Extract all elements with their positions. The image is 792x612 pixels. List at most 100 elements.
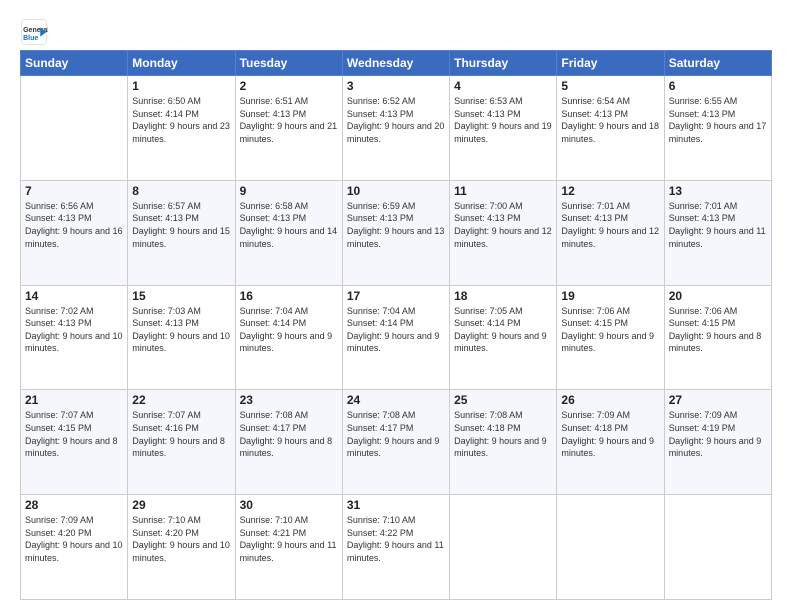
header-saturday: Saturday [664, 51, 771, 76]
cell-day-number: 10 [347, 184, 445, 198]
cell-info: Sunrise: 7:01 AM Sunset: 4:13 PM Dayligh… [561, 200, 659, 250]
cell-day-number: 2 [240, 79, 338, 93]
calendar-cell: 13Sunrise: 7:01 AM Sunset: 4:13 PM Dayli… [664, 180, 771, 285]
calendar-cell: 9 Sunrise: 6:58 AM Sunset: 4:13 PM Daylig… [235, 180, 342, 285]
calendar-cell: 10 Sunrise: 6:59 AM Sunset: 4:13 PM Dayli… [342, 180, 449, 285]
calendar-cell: 20Sunrise: 7:06 AM Sunset: 4:15 PM Dayli… [664, 285, 771, 390]
cell-info: Sunrise: 7:10 AM Sunset: 4:22 PM Dayligh… [347, 514, 445, 564]
cell-info: Sunrise: 6:58 AM Sunset: 4:13 PM Dayligh… [240, 200, 338, 250]
calendar-cell: 28 Sunrise: 7:09 AM Sunset: 4:20 PM Dayli… [21, 495, 128, 600]
header-tuesday: Tuesday [235, 51, 342, 76]
cell-info: Sunrise: 7:00 AM Sunset: 4:13 PM Dayligh… [454, 200, 552, 250]
header: General Blue [20, 18, 772, 46]
logo: General Blue [20, 18, 52, 46]
cell-info: Sunrise: 7:08 AM Sunset: 4:17 PM Dayligh… [240, 409, 338, 459]
cell-day-number: 1 [132, 79, 230, 93]
calendar-cell: 21 Sunrise: 7:07 AM Sunset: 4:15 PM Dayli… [21, 390, 128, 495]
calendar-header-row: SundayMondayTuesdayWednesdayThursdayFrid… [21, 51, 772, 76]
cell-day-number: 12 [561, 184, 659, 198]
cell-info: Sunrise: 6:59 AM Sunset: 4:13 PM Dayligh… [347, 200, 445, 250]
calendar-cell: 3 Sunrise: 6:52 AM Sunset: 4:13 PM Daylig… [342, 76, 449, 181]
cell-info: Sunrise: 7:10 AM Sunset: 4:21 PM Dayligh… [240, 514, 338, 564]
calendar-cell: 12 Sunrise: 7:01 AM Sunset: 4:13 PM Dayli… [557, 180, 664, 285]
calendar-cell: 24 Sunrise: 7:08 AM Sunset: 4:17 PM Dayli… [342, 390, 449, 495]
calendar-cell: 14 Sunrise: 7:02 AM Sunset: 4:13 PM Dayli… [21, 285, 128, 390]
page: General Blue SundayMondayTuesdayWednesda… [0, 0, 792, 612]
calendar-cell: 15 Sunrise: 7:03 AM Sunset: 4:13 PM Dayli… [128, 285, 235, 390]
cell-day-number: 3 [347, 79, 445, 93]
calendar-cell [557, 495, 664, 600]
cell-info: Sunrise: 7:05 AM Sunset: 4:14 PM Dayligh… [454, 305, 552, 355]
cell-day-number: 27 [669, 393, 767, 407]
cell-day-number: 18 [454, 289, 552, 303]
week-row-1: 7Sunrise: 6:56 AM Sunset: 4:13 PM Daylig… [21, 180, 772, 285]
cell-info: Sunrise: 7:07 AM Sunset: 4:15 PM Dayligh… [25, 409, 123, 459]
cell-info: Sunrise: 6:55 AM Sunset: 4:13 PM Dayligh… [669, 95, 767, 145]
cell-day-number: 23 [240, 393, 338, 407]
cell-day-number: 25 [454, 393, 552, 407]
cell-info: Sunrise: 7:09 AM Sunset: 4:19 PM Dayligh… [669, 409, 767, 459]
cell-day-number: 24 [347, 393, 445, 407]
cell-day-number: 15 [132, 289, 230, 303]
svg-text:Blue: Blue [23, 35, 38, 42]
calendar-cell: 6 Sunrise: 6:55 AM Sunset: 4:13 PM Daylig… [664, 76, 771, 181]
calendar-cell: 30Sunrise: 7:10 AM Sunset: 4:21 PM Dayli… [235, 495, 342, 600]
calendar-cell: 5Sunrise: 6:54 AM Sunset: 4:13 PM Daylig… [557, 76, 664, 181]
cell-day-number: 28 [25, 498, 123, 512]
cell-day-number: 8 [132, 184, 230, 198]
week-row-0: 1 Sunrise: 6:50 AM Sunset: 4:14 PM Daylig… [21, 76, 772, 181]
cell-info: Sunrise: 7:03 AM Sunset: 4:13 PM Dayligh… [132, 305, 230, 355]
cell-info: Sunrise: 6:53 AM Sunset: 4:13 PM Dayligh… [454, 95, 552, 145]
cell-day-number: 21 [25, 393, 123, 407]
cell-day-number: 17 [347, 289, 445, 303]
cell-day-number: 9 [240, 184, 338, 198]
header-thursday: Thursday [450, 51, 557, 76]
cell-day-number: 22 [132, 393, 230, 407]
calendar-cell: 16 Sunrise: 7:04 AM Sunset: 4:14 PM Dayli… [235, 285, 342, 390]
week-row-2: 14 Sunrise: 7:02 AM Sunset: 4:13 PM Dayli… [21, 285, 772, 390]
cell-info: Sunrise: 7:02 AM Sunset: 4:13 PM Dayligh… [25, 305, 123, 355]
calendar-cell: 26 Sunrise: 7:09 AM Sunset: 4:18 PM Dayli… [557, 390, 664, 495]
cell-day-number: 26 [561, 393, 659, 407]
cell-info: Sunrise: 7:06 AM Sunset: 4:15 PM Dayligh… [561, 305, 659, 355]
calendar-table: SundayMondayTuesdayWednesdayThursdayFrid… [20, 50, 772, 600]
calendar-cell: 1 Sunrise: 6:50 AM Sunset: 4:14 PM Daylig… [128, 76, 235, 181]
cell-day-number: 4 [454, 79, 552, 93]
cell-day-number: 16 [240, 289, 338, 303]
calendar-cell: 23 Sunrise: 7:08 AM Sunset: 4:17 PM Dayli… [235, 390, 342, 495]
calendar-cell [450, 495, 557, 600]
header-monday: Monday [128, 51, 235, 76]
calendar-cell: 27 Sunrise: 7:09 AM Sunset: 4:19 PM Dayli… [664, 390, 771, 495]
cell-info: Sunrise: 6:52 AM Sunset: 4:13 PM Dayligh… [347, 95, 445, 145]
header-sunday: Sunday [21, 51, 128, 76]
cell-info: Sunrise: 7:08 AM Sunset: 4:18 PM Dayligh… [454, 409, 552, 459]
cell-day-number: 6 [669, 79, 767, 93]
cell-info: Sunrise: 6:56 AM Sunset: 4:13 PM Dayligh… [25, 200, 123, 250]
calendar-cell: 22 Sunrise: 7:07 AM Sunset: 4:16 PM Dayli… [128, 390, 235, 495]
calendar-cell: 4 Sunrise: 6:53 AM Sunset: 4:13 PM Daylig… [450, 76, 557, 181]
logo-icon: General Blue [20, 18, 48, 46]
header-friday: Friday [557, 51, 664, 76]
cell-info: Sunrise: 7:06 AM Sunset: 4:15 PM Dayligh… [669, 305, 767, 355]
cell-info: Sunrise: 7:07 AM Sunset: 4:16 PM Dayligh… [132, 409, 230, 459]
cell-info: Sunrise: 7:08 AM Sunset: 4:17 PM Dayligh… [347, 409, 445, 459]
cell-day-number: 31 [347, 498, 445, 512]
cell-info: Sunrise: 7:04 AM Sunset: 4:14 PM Dayligh… [347, 305, 445, 355]
cell-day-number: 19 [561, 289, 659, 303]
cell-day-number: 5 [561, 79, 659, 93]
cell-info: Sunrise: 6:50 AM Sunset: 4:14 PM Dayligh… [132, 95, 230, 145]
cell-day-number: 14 [25, 289, 123, 303]
header-wednesday: Wednesday [342, 51, 449, 76]
calendar-cell: 8Sunrise: 6:57 AM Sunset: 4:13 PM Daylig… [128, 180, 235, 285]
calendar-cell: 18 Sunrise: 7:05 AM Sunset: 4:14 PM Dayli… [450, 285, 557, 390]
calendar-cell [664, 495, 771, 600]
week-row-3: 21 Sunrise: 7:07 AM Sunset: 4:15 PM Dayli… [21, 390, 772, 495]
calendar-cell [21, 76, 128, 181]
calendar-cell: 19 Sunrise: 7:06 AM Sunset: 4:15 PM Dayli… [557, 285, 664, 390]
calendar-cell: 29Sunrise: 7:10 AM Sunset: 4:20 PM Dayli… [128, 495, 235, 600]
cell-info: Sunrise: 7:04 AM Sunset: 4:14 PM Dayligh… [240, 305, 338, 355]
cell-info: Sunrise: 7:09 AM Sunset: 4:18 PM Dayligh… [561, 409, 659, 459]
week-row-4: 28 Sunrise: 7:09 AM Sunset: 4:20 PM Dayli… [21, 495, 772, 600]
cell-info: Sunrise: 7:09 AM Sunset: 4:20 PM Dayligh… [25, 514, 123, 564]
calendar-cell: 7Sunrise: 6:56 AM Sunset: 4:13 PM Daylig… [21, 180, 128, 285]
